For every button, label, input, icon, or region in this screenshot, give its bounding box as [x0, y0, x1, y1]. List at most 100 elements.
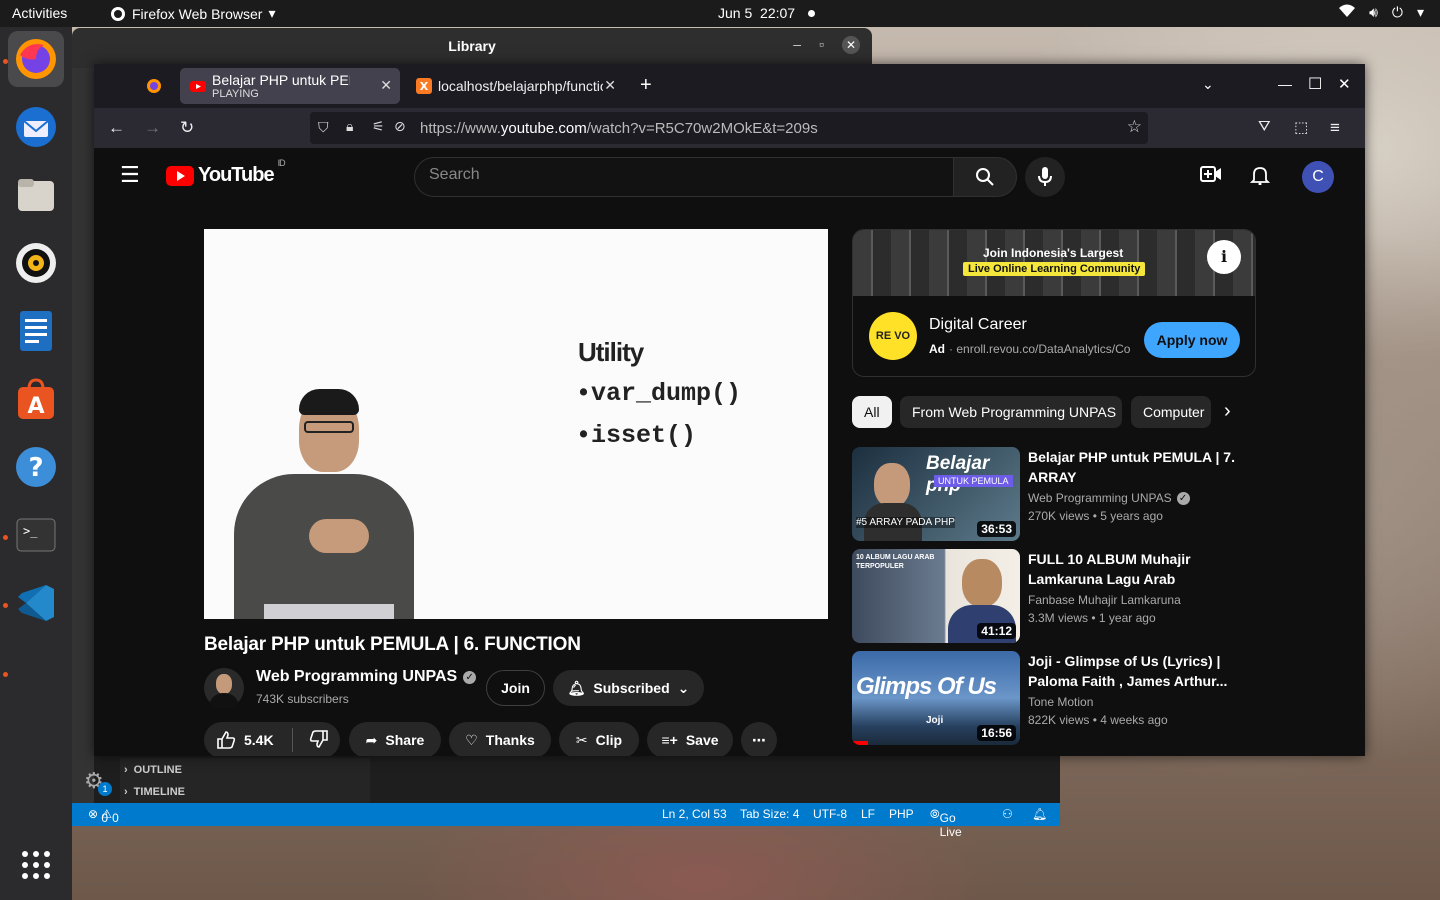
search-input[interactable] [429, 166, 929, 184]
firefox-view-icon[interactable] [146, 78, 162, 99]
tab-youtube[interactable]: Belajar PHP untuk PEMULA | 6. FUNCTION P… [180, 68, 400, 104]
more-actions-button[interactable]: ⋯ [741, 722, 777, 756]
minimize-icon[interactable]: – [793, 36, 801, 54]
ad-banner[interactable]: Join Indonesia's Largest Live Online Lea… [853, 230, 1255, 296]
share-button[interactable]: ➦ Share [349, 722, 441, 756]
join-button[interactable]: Join [486, 670, 545, 706]
dock-firefox[interactable] [8, 31, 64, 87]
line-ending[interactable]: LF [861, 807, 875, 821]
dock-software[interactable]: A [8, 371, 64, 427]
permissions-icon[interactable]: ⚟ [372, 118, 385, 135]
chip-all[interactable]: All [852, 396, 892, 428]
video-thumbnail[interactable]: Glimps Of Us Joji 16:56 [852, 651, 1020, 745]
go-live-button[interactable]: ⦾ Go Live [930, 807, 962, 839]
channel-line[interactable]: Fanbase Muhajir Lamkaruna [1028, 593, 1181, 607]
cursor-position[interactable]: Ln 2, Col 53 [662, 807, 727, 821]
feedback-icon[interactable]: ⚇ [1002, 807, 1013, 821]
close-icon[interactable]: ✕ [842, 36, 860, 54]
hamburger-menu-icon[interactable]: ☰ [120, 162, 140, 188]
close-tab-icon[interactable]: ✕ [604, 77, 616, 94]
back-icon[interactable]: ← [108, 118, 125, 138]
dock-terminal[interactable]: >_ [8, 507, 64, 563]
autoplay-blocked-icon[interactable]: ⊘ [394, 118, 406, 135]
library-title: Library [448, 38, 496, 54]
ad-card[interactable]: Join Indonesia's Largest Live Online Lea… [852, 229, 1256, 377]
outline-section[interactable]: › OUTLINE [124, 764, 182, 776]
save-button[interactable]: ≡+ Save [647, 722, 733, 756]
menu-icon[interactable]: ≡ [1330, 118, 1340, 138]
channel-avatar[interactable] [204, 668, 244, 708]
video-thumbnail[interactable]: 10 ALBUM LAGU ARAB TERPOPULER 41:12 [852, 549, 1020, 643]
encoding[interactable]: UTF-8 [813, 807, 847, 821]
clip-button[interactable]: ✂ Clip [559, 722, 639, 756]
forward-icon[interactable]: → [144, 118, 161, 138]
chevron-right-icon[interactable]: › [1224, 400, 1231, 423]
thunderbird-icon [16, 107, 56, 147]
dislike-button[interactable] [309, 729, 329, 752]
video-player[interactable]: Utility •var_dump() •isset() [204, 229, 828, 619]
dock-thunderbird[interactable] [8, 99, 64, 155]
video-thumbnail[interactable]: Belajar php UNTUK PEMULA #5 ARRAY PADA P… [852, 447, 1020, 541]
pocket-icon[interactable]: ⛛ [1258, 118, 1271, 135]
channel-line[interactable]: Tone Motion [1028, 695, 1093, 709]
video-title[interactable]: Joji - Glimpse of Us (Lyrics) | Paloma F… [1028, 651, 1242, 691]
clock[interactable]: Jun 5 22:07 [718, 5, 795, 21]
like-button[interactable]: 5.4K [216, 730, 274, 750]
tab-size[interactable]: Tab Size: 4 [740, 807, 799, 821]
show-applications-button[interactable] [8, 837, 64, 893]
channel-line[interactable]: Web Programming UNPAS ✓ [1028, 491, 1190, 505]
close-icon[interactable]: ✕ [1338, 75, 1351, 93]
app-menu-label: Firefox Web Browser [132, 5, 263, 22]
dock-vscode[interactable] [8, 575, 64, 631]
join-label: Join [501, 680, 530, 696]
chevron-down-icon: ▾ [1416, 4, 1424, 20]
scissors-icon: ✂ [575, 731, 588, 748]
minimize-icon[interactable]: — [1278, 76, 1292, 92]
maximize-icon[interactable]: ☐ [1308, 74, 1322, 94]
new-tab-icon[interactable]: + [640, 74, 652, 97]
extensions-icon[interactable]: ⬚ [1294, 118, 1308, 136]
thanks-button[interactable]: ♡ Thanks [449, 722, 551, 756]
notification-dot [808, 10, 815, 17]
dock-files[interactable] [8, 167, 64, 223]
recommendation-item[interactable]: 10 ALBUM LAGU ARAB TERPOPULER 41:12 FULL… [852, 549, 1256, 643]
list-tabs-icon[interactable]: ⌄ [1202, 76, 1214, 93]
system-menu[interactable]: 🔊︎ ⏻ ▾ [1339, 4, 1424, 21]
recommendation-item[interactable]: Glimps Of Us Joji 16:56 Joji - Glimpse o… [852, 651, 1256, 745]
create-video-icon[interactable] [1200, 165, 1222, 189]
video-meta: 822K views • 4 weeks ago [1028, 713, 1168, 727]
subscribed-button[interactable]: 🔔︎ Subscribed ⌄ [553, 670, 704, 706]
bell-icon[interactable]: 🔔︎ [1032, 807, 1047, 821]
video-title[interactable]: Belajar PHP untuk PEMULA | 7. ARRAY [1028, 447, 1242, 487]
language-mode[interactable]: PHP [889, 807, 914, 821]
account-avatar[interactable]: C [1302, 161, 1334, 193]
chip-from-channel[interactable]: From Web Programming UNPAS [900, 396, 1122, 428]
maximize-icon[interactable]: ▫ [819, 36, 824, 54]
bookmark-star-icon[interactable]: ☆ [1127, 117, 1142, 137]
tab-localhost[interactable]: X localhost/belajarphp/function ✕ [406, 68, 624, 104]
chip-computer[interactable]: Computer [1131, 396, 1211, 428]
dock-help[interactable]: ? [8, 439, 64, 495]
lock-icon[interactable]: 🔒︎ [346, 118, 353, 135]
search-button[interactable] [953, 157, 1017, 197]
video-title[interactable]: FULL 10 ALBUM Muhajir Lamkaruna Lagu Ara… [1028, 549, 1242, 589]
dock-rhythmbox[interactable] [8, 235, 64, 291]
close-tab-icon[interactable]: ✕ [380, 77, 392, 94]
shield-icon[interactable]: ⛉ [318, 119, 329, 136]
save-label: Save [685, 732, 719, 748]
voice-search-button[interactable] [1025, 157, 1065, 197]
channel-name-link[interactable]: Web Programming UNPAS ✓ [256, 668, 477, 686]
dock-writer[interactable] [8, 303, 64, 359]
info-icon[interactable]: i [1207, 240, 1241, 274]
app-menu[interactable]: Firefox Web Browser ▾ [110, 5, 275, 22]
activities-button[interactable]: Activities [12, 5, 67, 21]
timeline-section[interactable]: › TIMELINE [124, 786, 185, 798]
url-bar[interactable]: ⛉ 🔒︎ ⚟ ⊘ https://www.youtube.com/watch?v… [310, 112, 1148, 144]
youtube-logo[interactable]: YouTube ID [166, 158, 286, 187]
recommendation-item[interactable]: Belajar php UNTUK PEMULA #5 ARRAY PADA P… [852, 447, 1256, 541]
apply-now-button[interactable]: Apply now [1144, 322, 1240, 358]
problems-status[interactable]: ⊗ 0 ⚠ 0 [88, 807, 119, 825]
rhythmbox-icon [16, 243, 56, 283]
notifications-bell-icon[interactable] [1249, 165, 1271, 191]
reload-icon[interactable]: ↻ [180, 118, 194, 138]
